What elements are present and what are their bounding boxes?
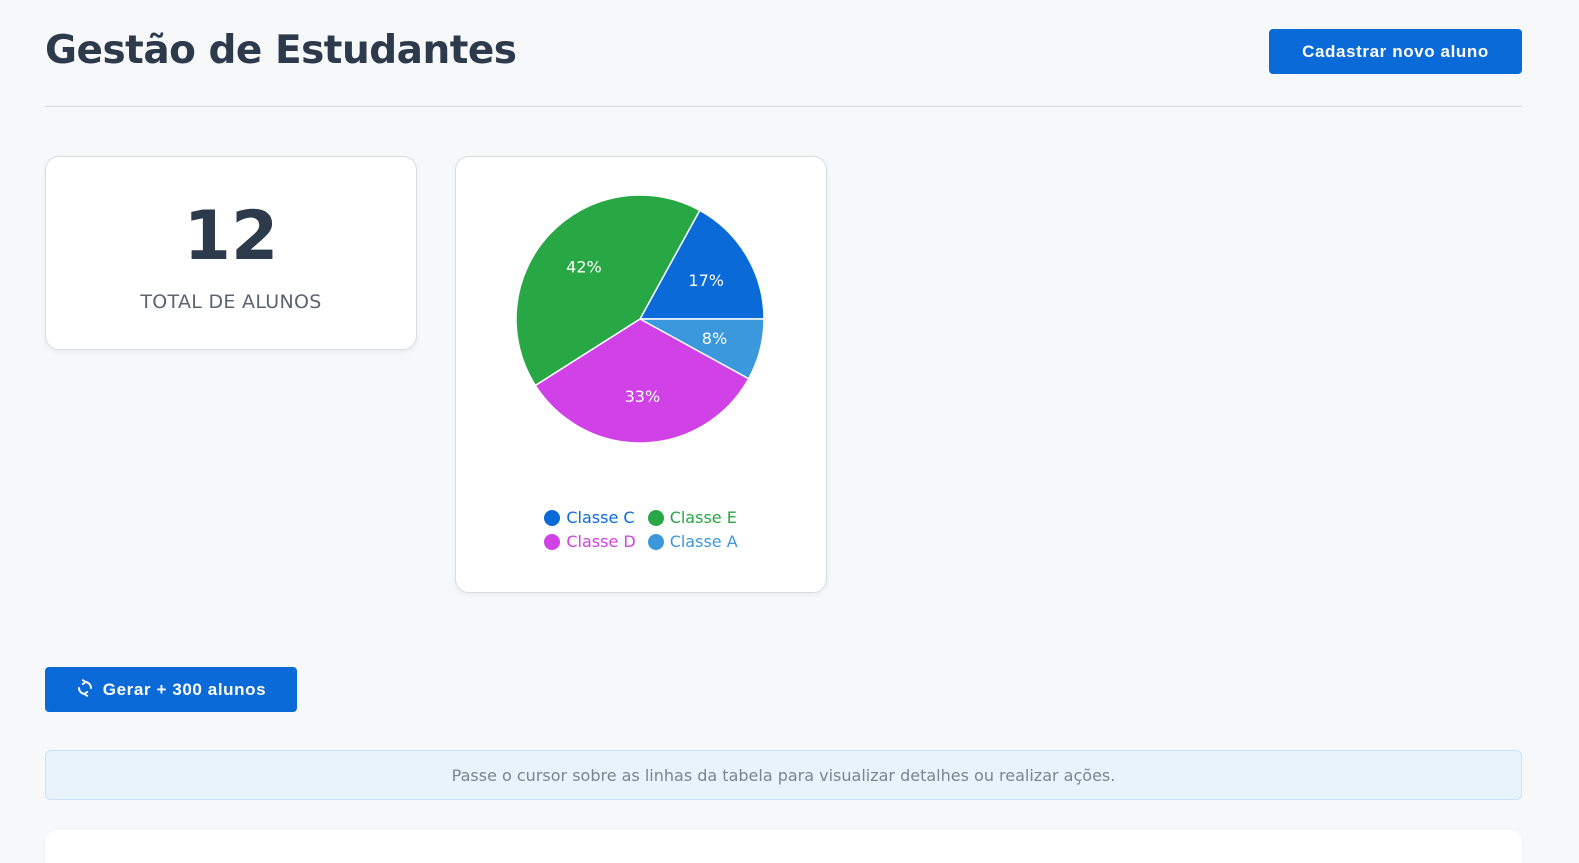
legend-color-dot <box>544 510 561 526</box>
legend-item-classe-e[interactable]: Classe E <box>647 507 738 529</box>
legend-label: Classe C <box>566 508 635 527</box>
page-title: Gestão de Estudantes <box>45 28 517 73</box>
info-message: Passe o cursor sobre as linhas da tabela… <box>451 765 1116 785</box>
legend-item-classe-c[interactable]: Classe C <box>544 507 635 529</box>
register-student-button[interactable]: Cadastrar novo aluno <box>1269 29 1522 74</box>
legend-label: Classe E <box>669 508 737 527</box>
total-students-card: 12 TOTAL DE ALUNOS <box>45 156 417 350</box>
pie-label-classe-e: 42% <box>566 257 602 276</box>
legend-item-classe-a[interactable]: Classe A <box>647 531 738 553</box>
legend-label: Classe A <box>669 532 738 551</box>
chart-legend: Classe C Classe E Classe D Classe A <box>456 507 826 553</box>
total-students-label: TOTAL DE ALUNOS <box>140 291 322 313</box>
class-distribution-chart-card: 17% 8% 33% 42% Classe C Classe E Classe D Clas… <box>455 156 827 593</box>
page-header: Gestão de Estudantes Cadastrar novo alun… <box>45 20 1522 107</box>
pie-label-classe-a: 8% <box>702 329 727 348</box>
info-banner: Passe o cursor sobre as linhas da tabela… <box>45 750 1522 800</box>
pie-label-classe-d: 33% <box>625 387 661 406</box>
generate-students-button[interactable]: Gerar + 300 alunos <box>45 667 297 712</box>
legend-label: Classe D <box>566 532 636 551</box>
class-distribution-pie-chart: 17% 8% 33% 42% <box>515 194 765 444</box>
pie-label-classe-c: 17% <box>688 271 724 290</box>
total-students-value: 12 <box>183 197 279 276</box>
legend-item-classe-d[interactable]: Classe D <box>544 531 636 553</box>
page: Gestão de Estudantes Cadastrar novo alun… <box>0 0 1579 863</box>
refresh-icon <box>77 678 92 697</box>
students-table-card <box>45 830 1522 863</box>
legend-color-dot <box>647 534 664 550</box>
legend-color-dot <box>647 510 664 526</box>
legend-color-dot <box>544 534 561 550</box>
generate-students-label: Gerar + 300 alunos <box>102 679 267 699</box>
